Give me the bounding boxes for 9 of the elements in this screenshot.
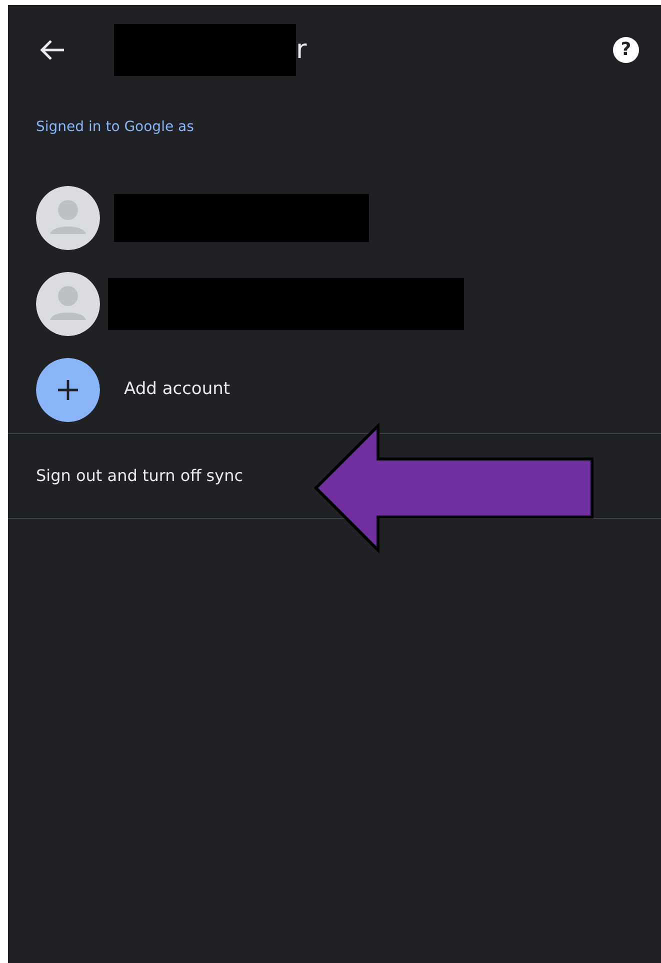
- avatar-icon[interactable]: [36, 186, 100, 250]
- sign-out-button[interactable]: Sign out and turn off sync: [8, 434, 661, 518]
- section-label: Signed in to Google as: [36, 119, 194, 135]
- help-button[interactable]: ?: [613, 37, 639, 63]
- back-icon[interactable]: [38, 38, 66, 62]
- page-title: r: [296, 34, 307, 66]
- add-account-link[interactable]: Add account: [124, 377, 230, 403]
- add-icon[interactable]: [36, 358, 100, 422]
- avatar-icon[interactable]: [36, 272, 100, 336]
